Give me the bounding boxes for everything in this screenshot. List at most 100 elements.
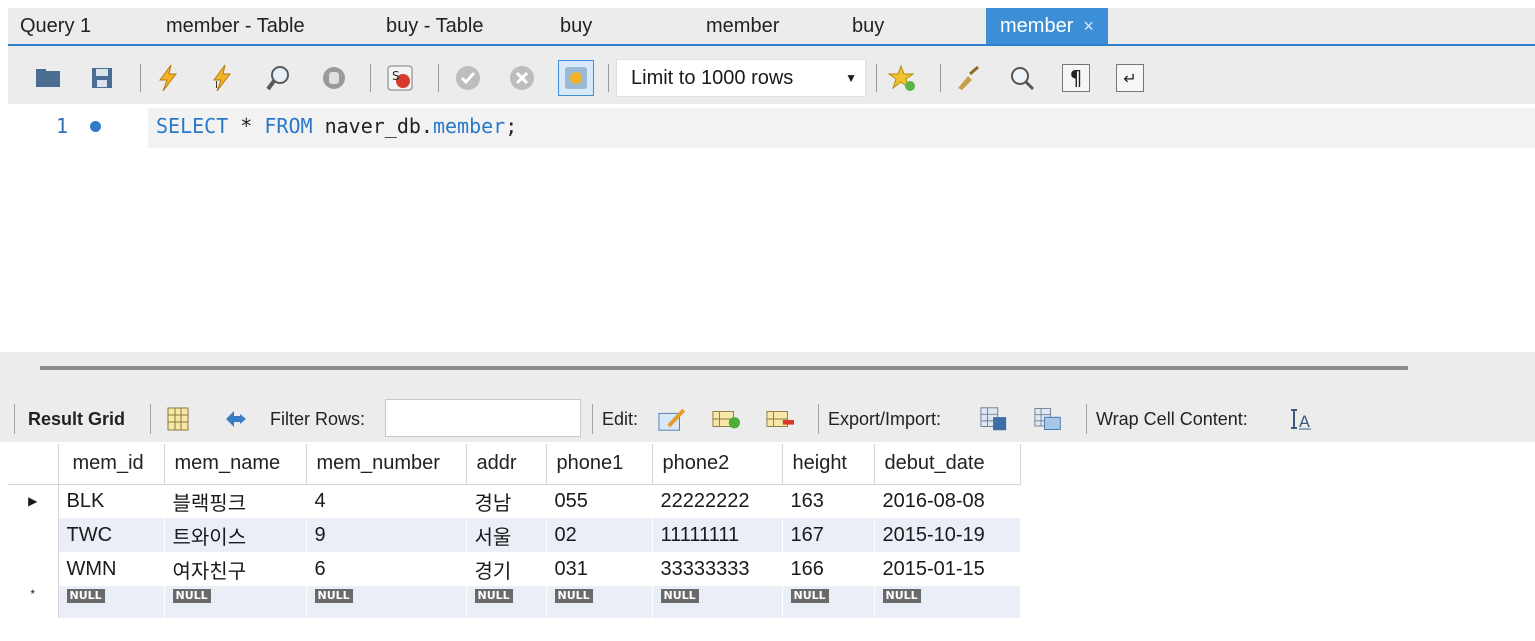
execute-current-icon[interactable]: I bbox=[208, 64, 236, 92]
sql-editor[interactable]: 1 SELECT * FROM naver_db.member; bbox=[8, 104, 1535, 352]
cell-phone2[interactable]: 33333333 bbox=[652, 552, 783, 586]
tab-buy[interactable]: buy bbox=[560, 8, 592, 44]
explain-icon[interactable] bbox=[264, 64, 292, 92]
null-badge: NULL bbox=[66, 589, 105, 603]
cell-null[interactable]: NULL bbox=[58, 586, 165, 618]
cell-addr[interactable]: 경남 bbox=[466, 484, 547, 518]
cell-addr[interactable]: 서울 bbox=[466, 518, 547, 552]
row-selector-header[interactable] bbox=[8, 444, 59, 485]
svg-text:A: A bbox=[1299, 412, 1310, 431]
cell-debut-date[interactable]: 2015-01-15 bbox=[874, 552, 1021, 586]
wrap-cell-icon[interactable]: A bbox=[1286, 405, 1314, 433]
cell-phone1[interactable]: 055 bbox=[546, 484, 653, 518]
cell-mem-id[interactable]: BLK bbox=[58, 484, 165, 518]
new-row-marker[interactable]: * bbox=[8, 586, 59, 618]
result-grid: mem_id mem_name mem_number addr phone1 p… bbox=[8, 442, 1535, 641]
close-icon[interactable]: × bbox=[1083, 16, 1094, 36]
column-header-mem-id[interactable]: mem_id bbox=[58, 444, 165, 485]
import-icon[interactable] bbox=[1034, 405, 1062, 433]
cell-null[interactable]: NULL bbox=[782, 586, 875, 618]
cell-debut-date[interactable]: 2015-10-19 bbox=[874, 518, 1021, 552]
cell-height[interactable]: 163 bbox=[782, 484, 875, 518]
save-icon[interactable] bbox=[88, 64, 116, 92]
null-badge: NULL bbox=[660, 589, 699, 603]
cell-mem-number[interactable]: 6 bbox=[306, 552, 467, 586]
stop-icon[interactable] bbox=[320, 64, 348, 92]
add-row-icon[interactable] bbox=[712, 405, 740, 433]
cell-null[interactable]: NULL bbox=[466, 586, 547, 618]
cell-null[interactable]: NULL bbox=[874, 586, 1021, 618]
null-badge: NULL bbox=[172, 589, 211, 603]
toolbar-separator bbox=[1086, 404, 1087, 434]
tab-bar: Query 1 member - Table buy - Table buy m… bbox=[0, 0, 1535, 44]
column-header-mem-number[interactable]: mem_number bbox=[306, 444, 467, 485]
cell-null[interactable]: NULL bbox=[546, 586, 653, 618]
cell-mem-id[interactable]: TWC bbox=[58, 518, 165, 552]
tab-query-1[interactable]: Query 1 bbox=[20, 8, 91, 44]
panel-splitter-area bbox=[0, 352, 1535, 396]
sql-statement[interactable]: SELECT * FROM naver_db.member; bbox=[156, 114, 517, 138]
cell-phone1[interactable]: 031 bbox=[546, 552, 653, 586]
null-badge: NULL bbox=[790, 589, 829, 603]
tab-member-table[interactable]: member - Table bbox=[166, 8, 305, 44]
current-row-marker[interactable]: ▶ bbox=[8, 484, 59, 518]
cell-null[interactable]: NULL bbox=[164, 586, 307, 618]
tab-buy-2[interactable]: buy bbox=[852, 8, 884, 44]
find-icon[interactable] bbox=[1008, 64, 1036, 92]
cell-height[interactable]: 166 bbox=[782, 552, 875, 586]
grid-columns-icon[interactable] bbox=[164, 405, 192, 433]
column-header-mem-name[interactable]: mem_name bbox=[164, 444, 307, 485]
panel-splitter[interactable] bbox=[40, 366, 1408, 370]
wrap-icon[interactable]: ↵ bbox=[1116, 64, 1144, 92]
cell-phone1[interactable]: 02 bbox=[546, 518, 653, 552]
column-header-phone1[interactable]: phone1 bbox=[546, 444, 653, 485]
beautify-icon[interactable] bbox=[954, 64, 982, 92]
cell-height[interactable]: 167 bbox=[782, 518, 875, 552]
table-row[interactable]: ▶ BLK 블랙핑크 4 경남 055 22222222 163 2016-08… bbox=[8, 484, 1021, 518]
cell-mem-number[interactable]: 9 bbox=[306, 518, 467, 552]
cell-mem-name[interactable]: 여자친구 bbox=[164, 552, 307, 586]
column-header-debut-date[interactable]: debut_date bbox=[874, 444, 1021, 485]
table-row[interactable]: TWC 트와이스 9 서울 02 11111111 167 2015-10-19 bbox=[8, 518, 1021, 552]
row-selector[interactable] bbox=[8, 518, 59, 552]
cell-mem-id[interactable]: WMN bbox=[58, 552, 165, 586]
cell-addr[interactable]: 경기 bbox=[466, 552, 547, 586]
toggle-error-icon[interactable]: S bbox=[386, 64, 414, 92]
column-header-addr[interactable]: addr bbox=[466, 444, 547, 485]
tab-member[interactable]: member bbox=[706, 8, 779, 44]
toolbar-separator bbox=[14, 404, 15, 434]
commit-icon[interactable] bbox=[454, 64, 482, 92]
filter-rows-label: Filter Rows: bbox=[270, 409, 366, 429]
result-grid-label[interactable]: Result Grid bbox=[28, 408, 125, 430]
delete-row-icon[interactable] bbox=[766, 405, 794, 433]
filter-rows-input[interactable] bbox=[385, 399, 581, 437]
tab-buy-table[interactable]: buy - Table bbox=[386, 8, 483, 44]
cell-phone2[interactable]: 11111111 bbox=[652, 518, 783, 552]
cell-phone2[interactable]: 22222222 bbox=[652, 484, 783, 518]
cell-mem-name[interactable]: 블랙핑크 bbox=[164, 484, 307, 518]
cell-mem-name[interactable]: 트와이스 bbox=[164, 518, 307, 552]
null-badge: NULL bbox=[474, 589, 513, 603]
cell-null[interactable]: NULL bbox=[652, 586, 783, 618]
bookmark-star-icon[interactable] bbox=[888, 64, 916, 92]
refresh-icon[interactable] bbox=[222, 405, 250, 433]
cell-mem-number[interactable]: 4 bbox=[306, 484, 467, 518]
edit-row-icon[interactable] bbox=[658, 405, 686, 433]
rollback-icon[interactable] bbox=[508, 64, 536, 92]
export-icon[interactable] bbox=[980, 405, 1008, 433]
cell-debut-date[interactable]: 2016-08-08 bbox=[874, 484, 1021, 518]
open-folder-icon[interactable] bbox=[34, 64, 62, 92]
limit-rows-select[interactable]: Limit to 1000 rows ▼ bbox=[616, 59, 866, 97]
result-toolbar: Result Grid Filter Rows: Edit: Export/Im… bbox=[0, 396, 1535, 442]
table-row[interactable]: WMN 여자친구 6 경기 031 33333333 166 2015-01-1… bbox=[8, 552, 1021, 586]
new-row[interactable]: * NULL NULL NULL NULL NULL NULL NULL NUL… bbox=[8, 586, 1021, 618]
column-header-phone2[interactable]: phone2 bbox=[652, 444, 783, 485]
row-selector[interactable] bbox=[8, 552, 59, 586]
tab-member-active[interactable]: member × bbox=[986, 8, 1108, 44]
column-header-height[interactable]: height bbox=[782, 444, 875, 485]
cell-null[interactable]: NULL bbox=[306, 586, 467, 618]
execute-icon[interactable] bbox=[154, 64, 182, 92]
sql-schema: naver_db. bbox=[312, 114, 433, 138]
autocommit-icon[interactable] bbox=[558, 60, 594, 96]
invisibles-icon[interactable]: ¶ bbox=[1062, 64, 1090, 92]
